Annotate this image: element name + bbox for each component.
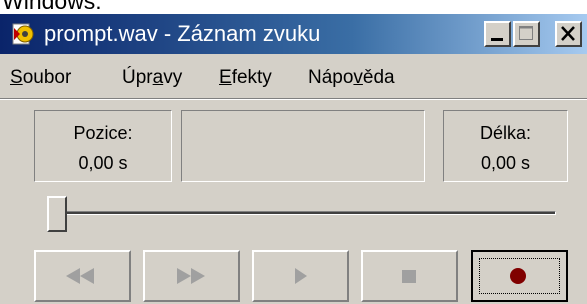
- minimize-button[interactable]: [484, 21, 511, 47]
- seek-start-icon: [66, 268, 94, 284]
- sound-recorder-icon: [12, 23, 34, 45]
- seek-to-end-button[interactable]: [143, 250, 240, 302]
- seek-slider-thumb[interactable]: [47, 196, 67, 232]
- maximize-button[interactable]: [513, 21, 540, 47]
- menu-label-after: vy: [163, 67, 183, 88]
- menu-label-before: Úpr: [122, 67, 153, 88]
- menu-item-upravy[interactable]: Úpravy: [122, 61, 182, 95]
- length-label: Délka:: [479, 123, 532, 143]
- play-button[interactable]: [252, 250, 349, 302]
- play-icon: [295, 268, 307, 284]
- background-caption: Windows:: [2, 0, 102, 14]
- menu-accelerator: v: [353, 67, 363, 88]
- stop-icon: [402, 270, 416, 283]
- window-title: prompt.wav - Záznam zvuku: [44, 21, 321, 46]
- menu-item-napoveda[interactable]: Nápověda: [308, 61, 395, 95]
- seek-to-start-button[interactable]: [34, 250, 131, 302]
- sound-recorder-window: prompt.wav - Záznam zvuku Soubor Úpravy …: [0, 14, 587, 304]
- menu-accelerator: E: [219, 67, 232, 88]
- menu-bar: Soubor Úpravy Efekty Nápověda: [0, 61, 587, 95]
- menu-accelerator: a: [152, 67, 164, 88]
- menu-label-after: oubor: [22, 67, 72, 88]
- menu-label-after: ěda: [362, 67, 395, 88]
- length-value: 0,00 s: [480, 153, 531, 173]
- close-icon: [561, 26, 575, 41]
- waveform-display: [181, 110, 425, 182]
- close-button[interactable]: [555, 21, 582, 47]
- seek-end-icon: [177, 268, 205, 284]
- seek-slider-track[interactable]: [48, 211, 556, 215]
- maximize-icon: [519, 26, 533, 40]
- minimize-icon: [491, 38, 503, 41]
- position-label: Pozice:: [73, 123, 133, 143]
- record-icon: [510, 268, 526, 284]
- stop-button[interactable]: [361, 250, 458, 302]
- length-panel: Délka: 0,00 s: [443, 110, 568, 182]
- menu-item-soubor[interactable]: Soubor: [10, 61, 71, 95]
- title-bar[interactable]: prompt.wav - Záznam zvuku: [0, 14, 587, 54]
- position-value: 0,00 s: [78, 153, 128, 173]
- menu-separator: [0, 98, 587, 100]
- menu-item-efekty[interactable]: Efekty: [219, 61, 272, 95]
- position-panel: Pozice: 0,00 s: [34, 110, 172, 182]
- menu-label-after: fekty: [231, 67, 272, 88]
- menu-accelerator: S: [10, 67, 23, 88]
- record-button[interactable]: [471, 250, 568, 302]
- menu-label-before: Nápo: [308, 67, 354, 88]
